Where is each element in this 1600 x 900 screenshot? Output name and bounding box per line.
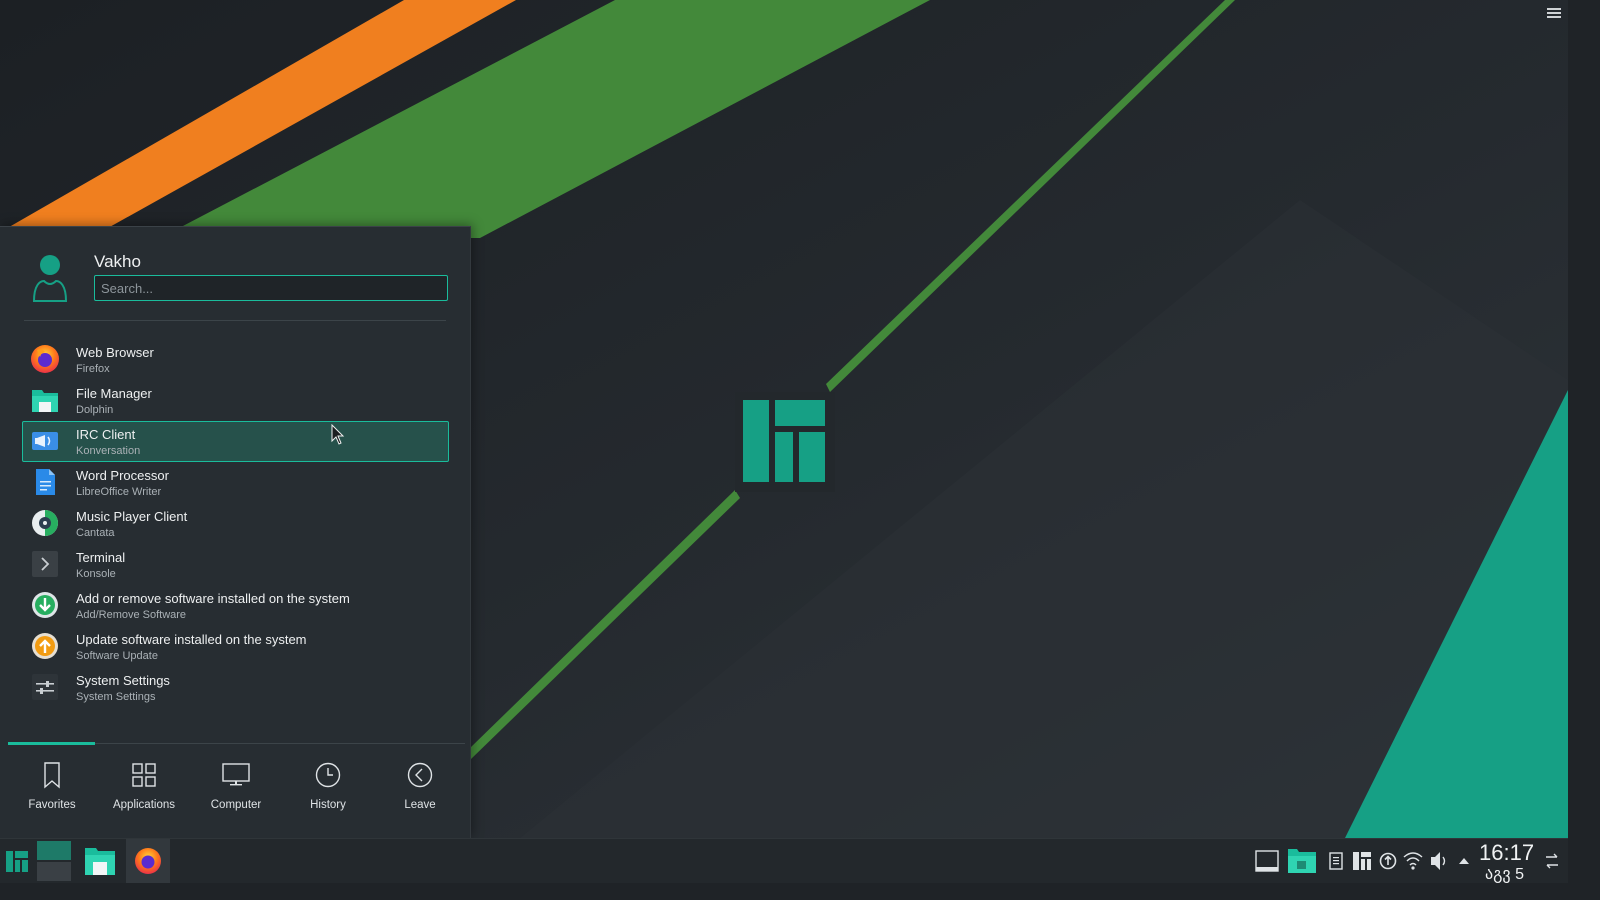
- settings-sliders-icon: [32, 674, 58, 700]
- task-dolphin[interactable]: [78, 839, 122, 883]
- item-subtitle: Software Update: [76, 650, 158, 662]
- music-icon: [32, 510, 58, 536]
- megaphone-icon: [32, 432, 58, 450]
- back-circle-icon: [407, 762, 433, 788]
- item-title: Terminal: [76, 550, 126, 565]
- download-icon: [32, 592, 58, 618]
- folder-icon: [85, 848, 115, 875]
- tab-favorites[interactable]: Favorites: [6, 755, 98, 825]
- item-subtitle: LibreOffice Writer: [76, 486, 162, 498]
- item-title: File Manager: [76, 386, 152, 401]
- list-item[interactable]: Web Browser Firefox: [22, 339, 449, 380]
- divider: [24, 320, 446, 321]
- tab-computer[interactable]: Computer: [190, 755, 282, 825]
- user-avatar-icon[interactable]: [30, 253, 70, 303]
- item-title: IRC Client: [76, 427, 136, 442]
- item-subtitle: Add/Remove Software: [76, 609, 187, 621]
- tab-label: Favorites: [28, 799, 76, 811]
- item-subtitle: Dolphin: [76, 404, 114, 416]
- update-notifier-icon[interactable]: [1378, 839, 1398, 883]
- item-title: Add or remove software installed on the …: [76, 591, 350, 606]
- taskbar: 16:17 აგვ 5: [0, 838, 1568, 883]
- folder-icon: [32, 390, 58, 412]
- tab-applications[interactable]: Applications: [98, 755, 190, 825]
- list-item[interactable]: IRC Client Konversation: [22, 421, 449, 462]
- item-title: Web Browser: [76, 345, 154, 360]
- tray-expand-icon[interactable]: [1456, 839, 1472, 883]
- firefox-icon: [31, 345, 59, 373]
- list-item[interactable]: Add or remove software installed on the …: [22, 585, 449, 626]
- list-item[interactable]: Word Processor LibreOffice Writer: [22, 462, 449, 503]
- volume-icon[interactable]: [1428, 839, 1450, 883]
- mouse-cursor-icon: [331, 424, 345, 445]
- manjaro-settings-icon[interactable]: [1352, 839, 1372, 883]
- item-subtitle: Firefox: [76, 363, 110, 375]
- item-title: System Settings: [76, 673, 170, 688]
- tab-label: Leave: [404, 799, 436, 811]
- launcher-tabs: Favorites Applications Computer History …: [6, 755, 466, 825]
- item-subtitle: System Settings: [76, 691, 156, 703]
- tab-label: History: [310, 799, 346, 811]
- wifi-icon[interactable]: [1402, 839, 1424, 883]
- item-title: Update software installed on the system: [76, 632, 307, 647]
- folder-icon[interactable]: [1287, 839, 1317, 883]
- firefox-icon: [135, 848, 161, 874]
- item-title: Word Processor: [76, 468, 169, 483]
- clipboard-icon[interactable]: [1328, 839, 1344, 883]
- application-launcher: Vakho Web Browser Firefox File Manager D…: [0, 226, 471, 839]
- user-name: Vakho: [94, 252, 141, 271]
- upload-icon: [32, 633, 58, 659]
- list-item[interactable]: Music Player Client Cantata: [22, 503, 449, 544]
- terminal-icon: [32, 551, 58, 577]
- tab-leave[interactable]: Leave: [374, 755, 466, 825]
- clock-time[interactable]: 16:17: [1479, 840, 1534, 866]
- tab-label: Applications: [112, 799, 175, 811]
- tab-label: Computer: [210, 799, 262, 811]
- desktop-2[interactable]: [37, 862, 71, 881]
- panel-options-icon[interactable]: [1543, 839, 1561, 883]
- list-item[interactable]: File Manager Dolphin: [22, 380, 449, 421]
- list-item[interactable]: Update software installed on the system …: [22, 626, 449, 667]
- item-subtitle: Cantata: [76, 527, 115, 539]
- item-title: Music Player Client: [76, 509, 188, 524]
- list-item[interactable]: System Settings System Settings: [22, 667, 449, 708]
- manjaro-logo: [735, 392, 835, 492]
- item-subtitle: Konsole: [76, 568, 116, 580]
- desktop-menu-icon[interactable]: [1546, 6, 1562, 22]
- desktop-1-active[interactable]: [37, 841, 71, 860]
- clock-date[interactable]: აგვ 5: [1485, 864, 1524, 884]
- show-desktop-icon[interactable]: [1255, 839, 1279, 883]
- item-subtitle: Konversation: [76, 445, 141, 457]
- search-input[interactable]: [94, 275, 448, 301]
- virtual-desktop-pager[interactable]: [37, 839, 71, 883]
- favorites-list: Web Browser Firefox File Manager Dolphin…: [22, 339, 449, 708]
- clock-icon: [315, 762, 341, 788]
- list-item[interactable]: Terminal Konsole: [22, 544, 449, 585]
- monitor-icon: [222, 763, 250, 786]
- application-launcher-button[interactable]: [0, 839, 34, 883]
- active-tab-indicator: [8, 742, 95, 745]
- manjaro-menu-icon: [6, 851, 28, 872]
- tab-history[interactable]: History: [282, 755, 374, 825]
- bookmark-icon: [44, 762, 60, 789]
- grid-icon: [132, 763, 156, 787]
- document-icon: [36, 469, 55, 495]
- task-firefox[interactable]: [126, 839, 170, 883]
